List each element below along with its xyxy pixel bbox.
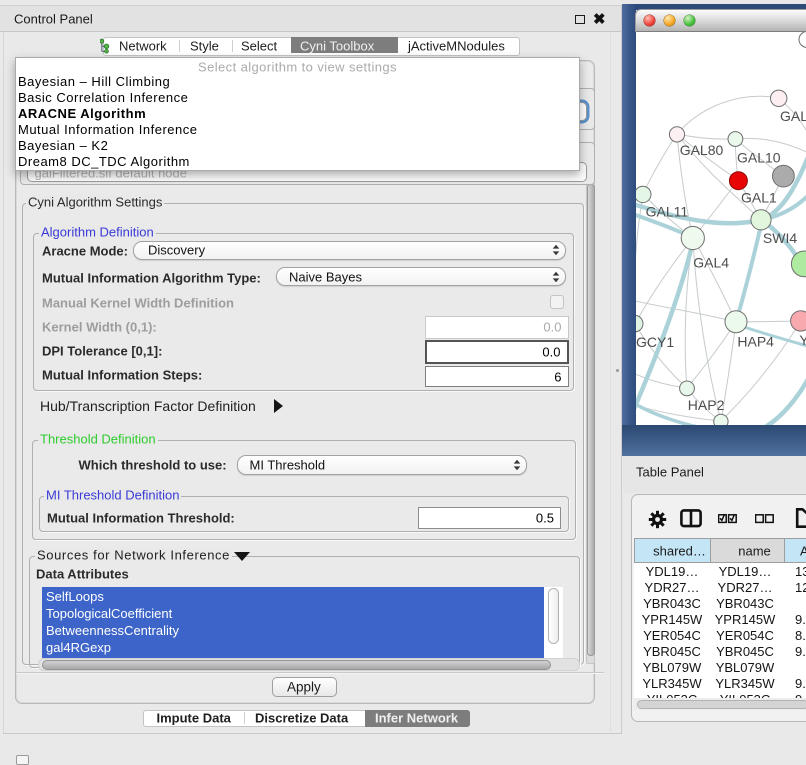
svg-text:GAL1: GAL1	[741, 190, 777, 206]
svg-text:GCY1: GCY1	[636, 334, 674, 350]
svg-text:GAL80: GAL80	[680, 142, 724, 158]
svg-text:GAL11: GAL11	[646, 203, 689, 219]
svg-text:Y: Y	[799, 332, 806, 348]
svg-text:SWI4: SWI4	[763, 230, 797, 246]
svg-text:HAP2: HAP2	[688, 397, 725, 413]
svg-text:HAP4: HAP4	[737, 333, 774, 349]
svg-text:GAL7: GAL7	[780, 108, 806, 124]
svg-text:GAL10: GAL10	[737, 149, 781, 165]
svg-text:GAL4: GAL4	[693, 254, 729, 270]
